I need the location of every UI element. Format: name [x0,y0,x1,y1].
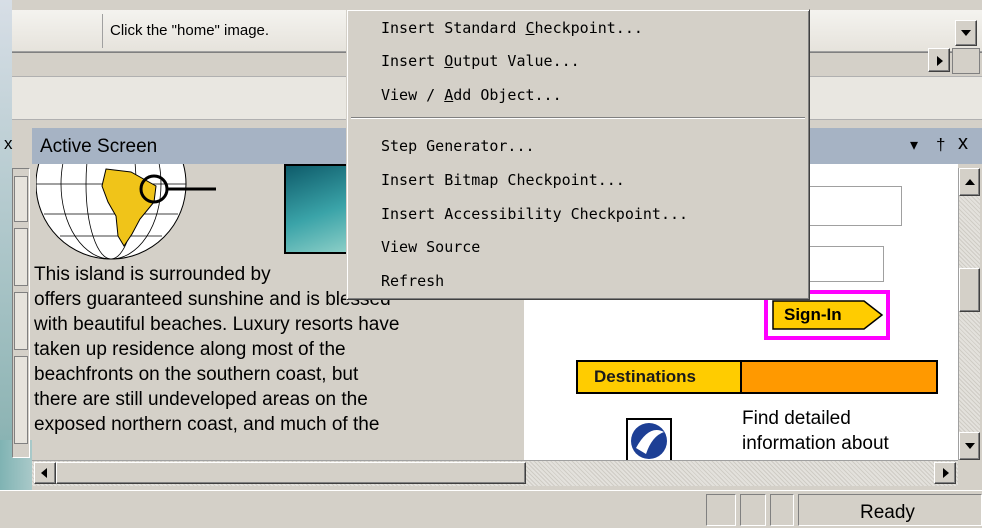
find-info-line: information about [742,433,889,454]
menu-item-accelerator: A [444,86,454,104]
step-grid-separator [102,14,103,48]
scroll-left-button[interactable] [34,462,56,484]
menu-item-refresh[interactable]: Refresh [381,272,444,290]
status-pane-3 [770,494,794,526]
beach-photo[interactable] [284,164,354,254]
pane-menu-dropdown-icon[interactable]: ▾ [910,135,918,155]
scroll-down-button[interactable] [959,432,980,460]
menu-item-text: Insert Standard [381,19,526,37]
menu-item-text: utput Value... [453,52,580,70]
vertical-scrollbar-track[interactable] [958,168,980,460]
destination-globe-icon[interactable] [626,418,672,460]
destinations-bar[interactable]: Destinations [576,360,938,394]
menu-item-insert-output-value[interactable]: Insert Output Value... [381,52,580,70]
context-menu: Insert Standard Checkpoint... Insert Out… [346,9,810,300]
username-field[interactable] [802,186,902,226]
menu-item-text: dd Object... [453,86,562,104]
globe-image[interactable] [36,164,216,264]
status-pane-1 [706,494,736,526]
menu-item-text: heckpoint... [534,19,643,37]
chevron-up-icon [965,179,975,185]
signin-label: Sign-In [784,305,842,324]
scroll-right-button-top[interactable] [928,48,950,72]
vertical-scroll-thumb[interactable] [959,268,980,312]
active-screen-title: Active Screen [40,136,158,157]
close-icon[interactable]: x [958,132,968,155]
scroll-corner-top [952,48,980,74]
menu-item-view-source[interactable]: View Source [381,238,480,256]
chevron-right-icon [943,468,949,478]
menu-separator [351,117,805,119]
step-description-cell[interactable]: Click the "home" image. [110,22,269,39]
scroll-up-button[interactable] [959,168,980,196]
menu-item-insert-bitmap-checkpoint[interactable]: Insert Bitmap Checkpoint... [381,171,625,189]
left-panel-tab-3[interactable] [14,292,28,350]
paragraph-line: exposed northern coast, and much of the [34,414,380,435]
chevron-left-icon [41,468,47,478]
left-pane-close-icon[interactable]: x [4,134,13,154]
horizontal-scroll-thumb[interactable] [56,462,526,484]
chevron-down-icon [965,443,975,449]
menu-item-accelerator: O [444,52,454,70]
pin-icon[interactable]: † [936,135,945,155]
menu-item-view-add-object[interactable]: View / Add Object... [381,86,562,104]
menu-item-step-generator[interactable]: Step Generator... [381,137,535,155]
signin-button[interactable]: Sign-In [772,300,884,330]
paragraph-line: taken up residence along most of the [34,339,346,360]
menu-item-insert-standard-checkpoint[interactable]: Insert Standard Checkpoint... [381,19,643,37]
status-text: Ready [860,502,915,523]
left-panel-tab-4[interactable] [14,356,28,444]
scroll-right-button[interactable] [934,462,956,484]
find-info-line: Find detailed [742,408,851,429]
scroll-corner [958,460,982,486]
status-pane-2 [740,494,766,526]
menu-item-accelerator: C [525,19,535,37]
menu-item-text: View / [381,86,445,104]
chevron-right-icon [937,56,943,66]
left-panel-tab-2[interactable] [14,228,28,286]
find-info-text: Find detailed information about [742,406,889,456]
chevron-down-icon [961,30,971,36]
menu-item-text: Insert [381,52,445,70]
left-panel-tab-1[interactable] [14,176,28,222]
paragraph-line: there are still undeveloped areas on the [34,389,368,410]
destinations-label: Destinations [594,367,697,386]
paragraph-line: beachfronts on the southern coast, but [34,364,359,385]
menu-item-insert-accessibility-checkpoint[interactable]: Insert Accessibility Checkpoint... [381,205,688,223]
scroll-down-button-top[interactable] [955,20,977,46]
paragraph-line: with beautiful beaches. Luxury resorts h… [34,314,400,335]
password-field[interactable] [802,246,884,282]
